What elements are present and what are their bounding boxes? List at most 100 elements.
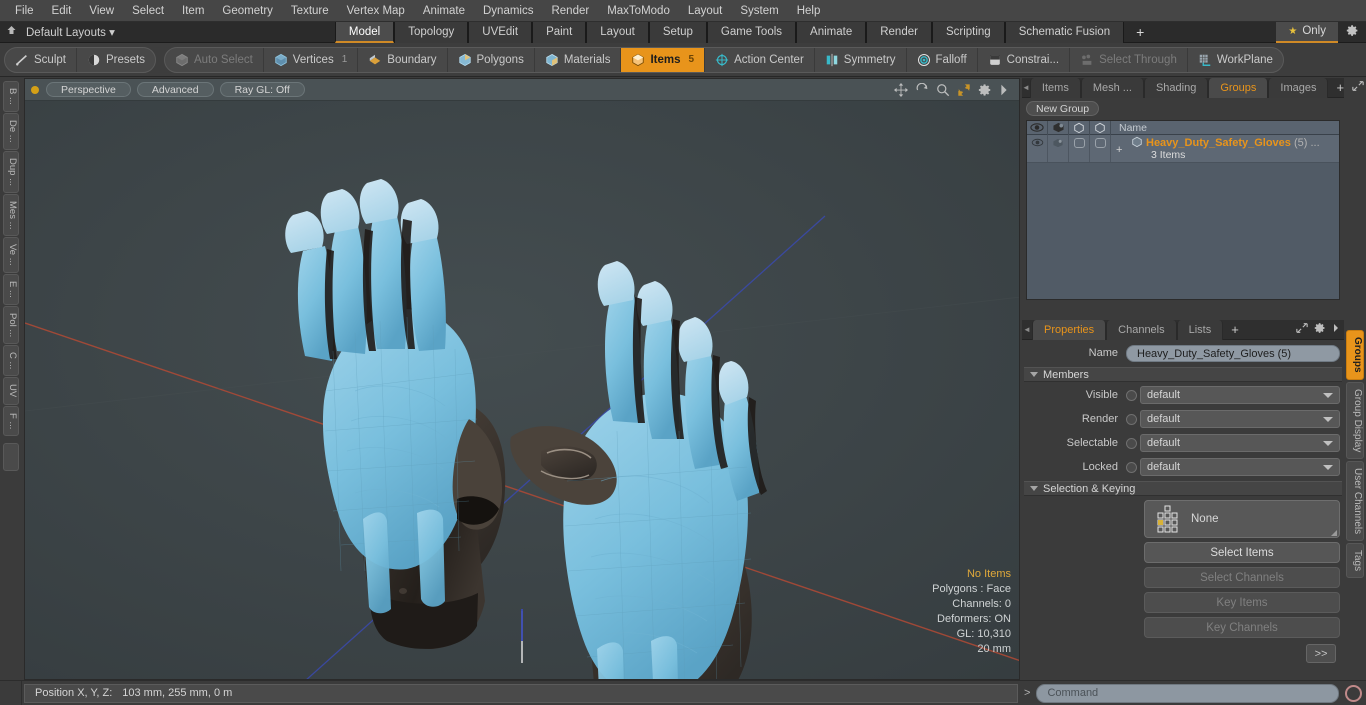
left-tab-4[interactable]: Ve ...: [3, 237, 19, 273]
panel-tab-shading[interactable]: Shading: [1143, 77, 1209, 98]
layout-tab-game-tools[interactable]: Game Tools: [706, 21, 797, 43]
name-input[interactable]: Heavy_Duty_Safety_Gloves (5): [1126, 344, 1340, 362]
selection-keying-section-header[interactable]: Selection & Keying: [1024, 481, 1342, 496]
row-select-checkbox[interactable]: [1090, 135, 1111, 162]
play-arrow-icon[interactable]: [999, 83, 1013, 97]
toolbar-button-polygons[interactable]: Polygons: [448, 47, 535, 72]
menu-item-edit[interactable]: Edit: [43, 1, 81, 21]
toolbar-button-sculpt[interactable]: Sculpt: [5, 47, 77, 72]
property-radio-visible[interactable]: [1126, 389, 1137, 401]
selection-mode-picker[interactable]: None: [1144, 500, 1340, 538]
panel-tab-images[interactable]: Images: [1268, 77, 1329, 98]
left-tab-3[interactable]: Mes ...: [3, 193, 19, 237]
viewport-shading-selector[interactable]: Advanced: [136, 82, 214, 97]
toolbar-button-symmetry[interactable]: Symmetry: [815, 47, 907, 72]
item-list-empty-area[interactable]: [1027, 163, 1339, 291]
toolbar-button-select-through[interactable]: Select Through: [1070, 47, 1188, 72]
layout-tab-setup[interactable]: Setup: [648, 21, 707, 43]
layout-tab-layout[interactable]: Layout: [586, 21, 649, 43]
left-tab-2[interactable]: Dup ...: [3, 150, 19, 193]
right-tab-user-channels[interactable]: User Channels: [1346, 460, 1364, 542]
toolbar-button-action-center[interactable]: Action Center: [705, 47, 815, 72]
menu-item-help[interactable]: Help: [788, 1, 830, 21]
left-tab-8[interactable]: UV: [3, 377, 19, 405]
menu-item-view[interactable]: View: [80, 1, 123, 21]
right-tab-group-display[interactable]: Group Display: [1346, 381, 1364, 459]
menu-item-animate[interactable]: Animate: [414, 1, 474, 21]
left-tab-blank[interactable]: [3, 442, 19, 471]
property-dropdown-selectable[interactable]: default: [1140, 434, 1340, 452]
layout-tab-render[interactable]: Render: [866, 21, 932, 43]
left-tab-1[interactable]: De ...: [3, 112, 19, 150]
viewport-canvas[interactable]: Y X Z: [25, 101, 1019, 679]
left-tab-0[interactable]: B ...: [3, 81, 19, 112]
expand-toggle[interactable]: +: [1116, 144, 1122, 156]
add-layout-tab-button[interactable]: +: [1124, 22, 1156, 43]
left-tab-6[interactable]: Pol ...: [3, 305, 19, 344]
gear-icon[interactable]: [1314, 322, 1326, 337]
menu-item-texture[interactable]: Texture: [282, 1, 338, 21]
property-radio-render[interactable]: [1126, 413, 1137, 425]
left-tab-5[interactable]: E ...: [3, 273, 19, 305]
layout-tab-topology[interactable]: Topology: [394, 21, 469, 43]
property-radio-selectable[interactable]: [1126, 437, 1137, 449]
more-options-button[interactable]: >>: [1306, 644, 1336, 663]
menu-item-select[interactable]: Select: [123, 1, 173, 21]
3d-viewport[interactable]: Perspective Advanced Ray GL: Off No Item…: [24, 78, 1020, 680]
left-tab-7[interactable]: C ...: [3, 344, 19, 377]
panel-collapse-icon[interactable]: ◄: [1022, 325, 1032, 334]
layout-tab-scripting[interactable]: Scripting: [931, 21, 1005, 43]
viewport-raygl-selector[interactable]: Ray GL: Off: [219, 82, 305, 97]
menu-item-dynamics[interactable]: Dynamics: [474, 1, 542, 21]
toolbar-button-auto-select[interactable]: Auto Select: [165, 47, 264, 72]
menu-item-vertex-map[interactable]: Vertex Map: [338, 1, 414, 21]
properties-tab-lists[interactable]: Lists: [1176, 319, 1224, 340]
chevron-right-icon[interactable]: [1332, 323, 1340, 336]
panel-tab-items[interactable]: Items: [1029, 77, 1081, 98]
row-render-checkbox[interactable]: [1069, 135, 1090, 162]
toolbar-button-materials[interactable]: Materials: [535, 47, 622, 72]
menu-item-system[interactable]: System: [731, 1, 787, 21]
menu-item-layout[interactable]: Layout: [679, 1, 732, 21]
command-input[interactable]: Command: [1036, 683, 1339, 703]
panel-collapse-icon[interactable]: ◄: [1022, 83, 1030, 92]
new-group-button[interactable]: New Group: [1026, 100, 1100, 116]
property-dropdown-visible[interactable]: default: [1140, 386, 1340, 404]
menu-item-file[interactable]: File: [6, 1, 43, 21]
toolbar-button-boundary[interactable]: Boundary: [358, 47, 448, 72]
layout-tab-animate[interactable]: Animate: [796, 21, 867, 43]
right-tab-groups[interactable]: Groups: [1346, 330, 1364, 380]
menu-item-geometry[interactable]: Geometry: [213, 1, 282, 21]
layout-tab-schematic-fusion[interactable]: Schematic Fusion: [1004, 21, 1125, 43]
default-layouts-dropdown[interactable]: Default Layouts ▾: [22, 25, 125, 39]
toolbar-button-workplane[interactable]: WorkPlane: [1188, 48, 1283, 72]
property-radio-locked[interactable]: [1126, 461, 1137, 473]
toolbar-button-vertices[interactable]: Vertices 1: [264, 47, 359, 72]
panel-tab-add[interactable]: +: [1328, 78, 1352, 98]
properties-tab-add[interactable]: +: [1223, 320, 1247, 340]
toolbar-button-constrai[interactable]: Constrai...: [978, 47, 1071, 72]
menu-item-render[interactable]: Render: [542, 1, 598, 21]
only-toggle-button[interactable]: ★ Only: [1276, 21, 1338, 43]
left-tab-9[interactable]: F ...: [3, 405, 19, 436]
members-section-header[interactable]: Members: [1024, 367, 1342, 382]
property-dropdown-locked[interactable]: default: [1140, 458, 1340, 476]
record-icon[interactable]: [1345, 684, 1362, 702]
group-item-list[interactable]: Name + Heavy_Duty_Safety_Gloves (5) ... …: [1026, 120, 1340, 300]
toolbar-button-falloff[interactable]: Falloff: [907, 47, 978, 72]
panel-tab-mesh[interactable]: Mesh ...: [1080, 77, 1144, 98]
expand-icon[interactable]: [1296, 322, 1308, 337]
toolbar-button-items[interactable]: Items 5: [621, 47, 706, 72]
expand-icon[interactable]: [1352, 80, 1364, 95]
panel-tab-groups[interactable]: Groups: [1208, 77, 1269, 98]
gear-icon[interactable]: [978, 83, 992, 97]
zoom-icon[interactable]: [936, 83, 950, 97]
layout-tab-uvedit[interactable]: UVEdit: [468, 21, 533, 43]
menu-item-item[interactable]: Item: [173, 1, 213, 21]
gear-icon[interactable]: [1338, 24, 1366, 40]
fit-icon[interactable]: [957, 83, 971, 97]
properties-tab-properties[interactable]: Properties: [1032, 319, 1107, 340]
rotate-icon[interactable]: [915, 82, 929, 97]
properties-tab-channels[interactable]: Channels: [1106, 319, 1177, 340]
selection-button-select-items[interactable]: Select Items: [1144, 542, 1340, 563]
